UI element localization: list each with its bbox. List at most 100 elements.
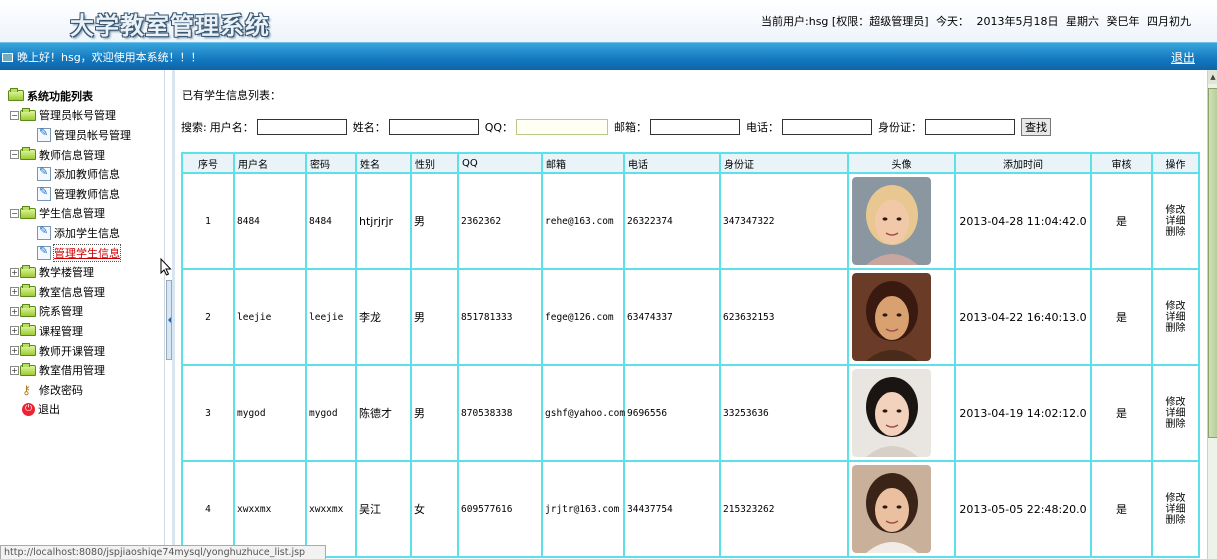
sidebar-item-label: 教室信息管理 <box>39 285 105 299</box>
table-row: 1 8484 8484 htjrjrjr 男 2362362 rehe@163.com 263… <box>181 172 1200 270</box>
cell-audit: 是 <box>1090 172 1153 270</box>
weekday-text: 星期六 <box>1066 15 1099 28</box>
edit-link[interactable]: 修改 <box>1166 301 1186 312</box>
email-label: 邮箱： <box>614 121 648 134</box>
delete-link[interactable]: 删除 <box>1166 323 1186 334</box>
expand-icon[interactable]: + <box>10 306 19 316</box>
username-input[interactable] <box>256 119 347 135</box>
edit-link[interactable]: 修改 <box>1166 205 1186 216</box>
greeting: 晚上好！hsg，欢迎使用本系统！！！ <box>2 49 202 65</box>
sidebar-item[interactable]: − 教师信息管理 <box>8 145 131 165</box>
name-input[interactable] <box>388 119 479 135</box>
username-label: 用户名： <box>209 121 254 134</box>
expand-icon[interactable]: + <box>10 267 19 277</box>
qq-input[interactable] <box>516 119 609 135</box>
sidebar-item[interactable]: + 教师开课管理 <box>8 341 131 361</box>
column-header: 性别 <box>410 152 459 174</box>
expand-icon[interactable]: + <box>10 346 19 356</box>
column-header: 邮箱 <box>541 152 625 174</box>
expand-icon[interactable]: + <box>10 326 19 336</box>
folder-icon <box>20 323 36 337</box>
cell-added: 2013-05-05 22:48:20.0 <box>954 460 1092 558</box>
document-edit-icon <box>37 165 51 182</box>
table-row: 2 leejie leejie 李龙男 851781333 fege@126.com 634… <box>181 268 1200 366</box>
function-tree: 系统功能列表 −管理员帐号管理管理员帐号管理 −教师信息管理添加教师信息管理教师信… <box>8 86 131 419</box>
sidebar-item[interactable]: 添加学生信息 <box>8 223 131 243</box>
sidebar-item[interactable]: + 教室信息管理 <box>8 282 131 302</box>
phone-input[interactable] <box>782 119 873 135</box>
cell-audit: 是 <box>1090 364 1153 462</box>
list-title: 已有学生信息列表： <box>182 89 281 102</box>
column-header: 姓名 <box>355 152 412 174</box>
sidebar: 系统功能列表 −管理员帐号管理管理员帐号管理 −教师信息管理添加教师信息管理教师信… <box>0 70 165 559</box>
vertical-scrollbar[interactable]: ▲ <box>1207 70 1217 559</box>
collapse-icon[interactable]: − <box>10 150 19 160</box>
row-actions: 修改 详细 删除 <box>1153 397 1198 430</box>
cell-no: 1 <box>181 172 235 270</box>
sidebar-item[interactable]: + 课程管理 <box>8 321 131 341</box>
sidebar-item[interactable]: + 院系管理 <box>8 302 131 322</box>
edit-link[interactable]: 修改 <box>1166 397 1186 408</box>
cell-gender: 女 <box>410 460 459 558</box>
photo-cell <box>847 172 956 270</box>
scroll-thumb[interactable] <box>1208 88 1217 438</box>
detail-link[interactable]: 详细 <box>1166 312 1186 323</box>
sidebar-item-label: 管理员帐号管理 <box>54 128 131 142</box>
sidebar-item[interactable]: 添加教师信息 <box>8 164 131 184</box>
cell-phone: 26322374 <box>623 172 721 270</box>
user-card-icon <box>2 53 13 62</box>
cell-qq: 609577616 <box>457 460 543 558</box>
sidebar-item[interactable]: ⏻ 退出 <box>8 400 131 420</box>
search-bar: 搜索: 用户名： 姓名： QQ： 邮箱： 电话： 身份证： 查找 <box>181 118 1052 136</box>
collapse-icon[interactable]: − <box>10 110 19 120</box>
cell-no: 3 <box>181 364 235 462</box>
sidebar-item[interactable]: − 管理员帐号管理 <box>8 106 131 126</box>
folder-icon <box>20 284 36 298</box>
cell-qq: 851781333 <box>457 268 543 366</box>
cell-idcard: 215323262 <box>719 460 849 558</box>
column-header: 用户名 <box>233 152 307 174</box>
key-icon: ⚷ <box>22 382 31 397</box>
delete-link[interactable]: 删除 <box>1166 515 1186 526</box>
search-button[interactable]: 查找 <box>1021 118 1052 136</box>
tree-root[interactable]: 系统功能列表 <box>8 86 131 106</box>
delete-link[interactable]: 删除 <box>1166 227 1186 238</box>
sidebar-item[interactable]: 管理员帐号管理 <box>8 125 131 145</box>
sidebar-item[interactable]: 管理学生信息 <box>8 243 131 263</box>
idcard-input[interactable] <box>925 119 1016 135</box>
cell-gender: 男 <box>410 172 459 270</box>
delete-link[interactable]: 删除 <box>1166 419 1186 430</box>
status-url: http://localhost:8080/jspjiaoshiqe74mysq… <box>0 545 326 559</box>
cell-username: 8484 <box>233 172 307 270</box>
edit-link[interactable]: 修改 <box>1166 493 1186 504</box>
column-header: 操作 <box>1151 152 1200 174</box>
name-label: 姓名： <box>352 121 386 134</box>
sidebar-collapse-handle[interactable] <box>166 280 172 360</box>
phone-label: 电话： <box>746 121 780 134</box>
email-input[interactable] <box>650 119 741 135</box>
sidebar-item[interactable]: + 教学楼管理 <box>8 262 131 282</box>
scroll-up-icon[interactable]: ▲ <box>1208 70 1217 84</box>
sidebar-item[interactable]: 管理教师信息 <box>8 184 131 204</box>
sidebar-item[interactable]: − 学生信息管理 <box>8 204 131 224</box>
column-header: 身份证 <box>719 152 849 174</box>
collapse-icon[interactable]: − <box>10 208 19 218</box>
column-header: QQ <box>457 152 543 174</box>
detail-link[interactable]: 详细 <box>1166 408 1186 419</box>
column-header: 序号 <box>181 152 235 174</box>
cell-added: 2013-04-19 14:02:12.0 <box>954 364 1092 462</box>
cell-added: 2013-04-22 16:40:13.0 <box>954 268 1092 366</box>
sidebar-item[interactable]: + 教室借用管理 <box>8 360 131 380</box>
row-actions: 修改 详细 删除 <box>1153 205 1198 238</box>
cell-email: fege@126.com <box>541 268 625 366</box>
detail-link[interactable]: 详细 <box>1166 216 1186 227</box>
sidebar-item[interactable]: ⚷ 修改密码 <box>8 380 131 400</box>
expand-icon[interactable]: + <box>10 365 19 375</box>
app-header: 大学教室管理系统 当前用户:hsg [权限：超级管理员] 今天： 2013年5月… <box>0 0 1217 42</box>
expand-icon[interactable]: + <box>10 287 19 297</box>
cell-idcard: 623632153 <box>719 268 849 366</box>
logout-link[interactable]: 退出 <box>1171 49 1195 66</box>
detail-link[interactable]: 详细 <box>1166 504 1186 515</box>
cell-password: xwxxmx <box>305 460 357 558</box>
cell-phone: 63474337 <box>623 268 721 366</box>
